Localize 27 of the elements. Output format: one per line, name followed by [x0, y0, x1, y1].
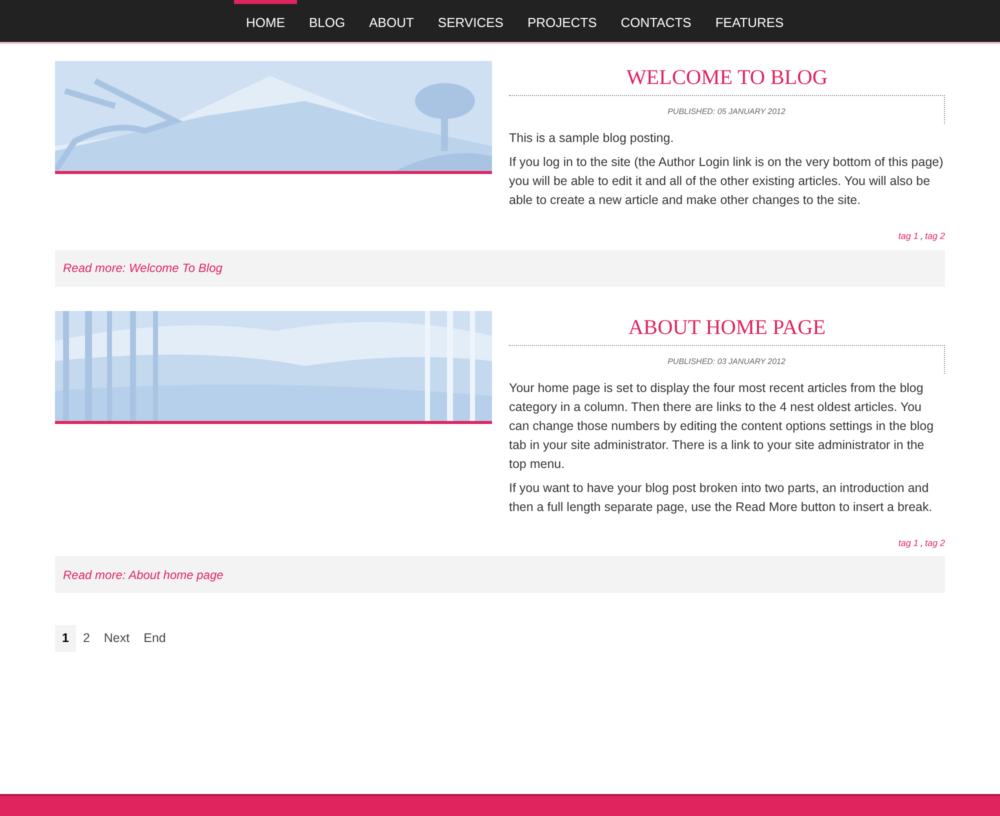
article-paragraph: If you log in to the site (the Author Login link is on the very bottom of this page) you will be able to edit it and all of the other existing articles. You will also be able to create a new article and make other changes to the site. [509, 154, 944, 209]
read-more-link[interactable]: Read more: About home page [63, 566, 224, 584]
nav-link[interactable]: PROJECTS [515, 0, 609, 42]
pagination-link[interactable]: 1 [55, 625, 76, 652]
nav-link[interactable]: HOME [234, 0, 297, 42]
pagination-link[interactable]: Next [96, 625, 137, 652]
nav-link[interactable]: SERVICES [426, 0, 516, 42]
nav-link[interactable]: FEATURES [703, 0, 796, 42]
nav-link[interactable]: BLOG [297, 0, 358, 42]
tag-separator: , [920, 536, 923, 550]
read-more-link[interactable]: Read more: Welcome To Blog [63, 259, 222, 277]
tag-link[interactable]: tag 2 [924, 536, 945, 550]
published-date: PUBLISHED: 05 JANUARY 2012 [509, 95, 945, 124]
article-paragraph: If you want to have your blog post broken into two parts, an introduction and then a full length separate page, use the Read More button to insert a break. [509, 480, 934, 516]
nav-link[interactable]: CONTACTS [608, 0, 704, 42]
article-title: ABOUT HOME PAGE [627, 314, 827, 341]
article-title: WELCOME TO BLOG [625, 64, 829, 92]
tag-link[interactable]: tag 1 [898, 230, 918, 244]
article-paragraph: This is a sample blog posting. [509, 130, 675, 147]
tag-link[interactable]: tag 1 [898, 536, 918, 550]
tag-separator: , [920, 230, 923, 243]
tag-link[interactable]: tag 2 [924, 230, 945, 244]
nav-link[interactable]: ABOUT [357, 0, 426, 42]
pagination-link[interactable]: 2 [76, 625, 97, 652]
published-date: PUBLISHED: 03 JANUARY 2012 [509, 344, 945, 374]
article-paragraph: Your home page is set to display the four most recent articles from the blog category in a column. Then there are links to the 4 nest oldest articles. You can change those numbers by editing the content options settings in the blog tab in your site administrator. There is a link to your site administrator in the top menu. [509, 380, 935, 473]
pagination-link[interactable]: End [136, 625, 173, 652]
